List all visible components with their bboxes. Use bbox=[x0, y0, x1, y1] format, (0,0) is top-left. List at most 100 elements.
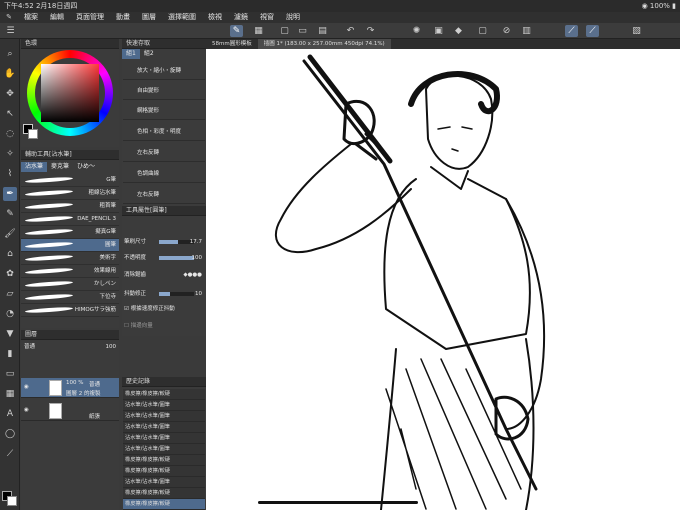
new-file-icon[interactable]: ▢ bbox=[278, 25, 291, 37]
layer-opacity[interactable]: 100 bbox=[106, 341, 117, 353]
menu-help[interactable]: 說明 bbox=[280, 12, 306, 23]
text-icon[interactable]: A bbox=[3, 407, 17, 421]
menu-selection[interactable]: 選擇範圍 bbox=[162, 12, 202, 23]
history-item[interactable]: 沾水筆/沾水筆/圓筆 bbox=[123, 477, 205, 488]
qa-item-tone-curve[interactable]: 色調曲線 bbox=[123, 165, 205, 183]
layer-row[interactable]: ◉ 紙張 bbox=[21, 401, 119, 421]
history-item[interactable]: 橡皮擦/橡皮擦/較硬 bbox=[123, 488, 205, 499]
tab-marker[interactable]: 麥克筆 bbox=[47, 162, 73, 172]
fill-icon[interactable]: ▼ bbox=[3, 327, 17, 341]
menu-view[interactable]: 檢視 bbox=[202, 12, 228, 23]
brush-item[interactable]: G筆 bbox=[21, 174, 119, 187]
qa-item-zoom-rotate[interactable]: 放大・縮小・旋轉 bbox=[123, 62, 205, 80]
grid-icon[interactable]: ▦ bbox=[252, 25, 265, 37]
menu-window[interactable]: 視窗 bbox=[254, 12, 280, 23]
brush-item[interactable]: HIMOGサラ強筋 bbox=[21, 304, 119, 317]
operation-icon[interactable]: ↖ bbox=[3, 107, 17, 121]
layer-edit-icon[interactable]: ▧ bbox=[630, 25, 643, 37]
menu-icon[interactable]: ☰ bbox=[4, 25, 17, 37]
tab-set1[interactable]: 組1 bbox=[122, 49, 140, 59]
zoom-icon[interactable]: ⌕ bbox=[3, 47, 17, 61]
app-logo-icon[interactable]: ✎ bbox=[0, 12, 18, 23]
decoration-icon[interactable]: ✿ bbox=[3, 267, 17, 281]
snap-icon[interactable]: ⟋ bbox=[586, 25, 599, 37]
prop-slider[interactable] bbox=[159, 292, 194, 296]
history-item[interactable]: 沾水筆/沾水筆/圓筆 bbox=[123, 433, 205, 444]
qa-item-flip-h-2[interactable]: 左右反轉 bbox=[123, 186, 205, 204]
eye-icon[interactable]: ◉ bbox=[24, 384, 29, 390]
fill-bucket-icon[interactable]: ◆ bbox=[452, 25, 465, 37]
menu-filter[interactable]: 濾鏡 bbox=[228, 12, 254, 23]
eyedropper-icon[interactable]: ⌇ bbox=[3, 167, 17, 181]
qa-item-free-transform[interactable]: 自由變形 bbox=[123, 82, 205, 100]
checkbox-icon[interactable]: ☑ bbox=[124, 306, 129, 312]
save-icon[interactable]: ▤ bbox=[316, 25, 329, 37]
layer-row[interactable]: ◉ 100 % 普通 圖層 2 的複製 bbox=[21, 378, 119, 398]
history-item[interactable]: 沾水筆/沾水筆/圓筆 bbox=[123, 444, 205, 455]
prop-stabilization[interactable]: 抖動修正 10 bbox=[124, 288, 204, 300]
hand-icon[interactable]: ✋ bbox=[3, 67, 17, 81]
menu-page[interactable]: 頁面管理 bbox=[70, 12, 110, 23]
lasso-icon[interactable]: ◌ bbox=[3, 127, 17, 141]
pen-mode-icon[interactable]: ✎ bbox=[230, 25, 243, 37]
brush-item[interactable]: かしペン bbox=[21, 278, 119, 291]
menu-file[interactable]: 檔案 bbox=[18, 12, 44, 23]
undo-icon[interactable]: ↶ bbox=[344, 25, 357, 37]
loading-icon[interactable]: ✺ bbox=[410, 25, 423, 37]
airbrush-icon[interactable]: ⌂ bbox=[3, 247, 17, 261]
ruler-icon[interactable]: ⟋ bbox=[565, 25, 578, 37]
prop-vector[interactable]: ☐ 描邊向量 bbox=[124, 320, 204, 332]
prop-speed-stabilize[interactable]: ☑ 根據速度修正抖動 bbox=[124, 303, 204, 315]
history-item[interactable]: 橡皮擦/橡皮擦/較硬 bbox=[123, 389, 205, 400]
prop-opacity[interactable]: 不透明度 100 bbox=[124, 252, 204, 264]
qa-item-flip-h[interactable]: 左右反轉 bbox=[123, 144, 205, 162]
history-item[interactable]: 沾水筆/沾水筆/圓筆 bbox=[123, 400, 205, 411]
background-color[interactable] bbox=[7, 496, 17, 506]
redo-icon[interactable]: ↷ bbox=[364, 25, 377, 37]
layer-blend-row[interactable]: 普通 100 bbox=[24, 341, 118, 353]
brush-item[interactable]: 效果線用 bbox=[21, 265, 119, 278]
checkbox-icon[interactable]: ☐ bbox=[124, 323, 129, 329]
crop-icon[interactable]: ▥ bbox=[520, 25, 533, 37]
prop-antialias[interactable]: 消除鋸齒 ◆●●● bbox=[124, 269, 204, 281]
brush-item[interactable]: 粗首筆 bbox=[21, 200, 119, 213]
brush-item[interactable]: DAE_PENCIL 3 bbox=[21, 213, 119, 226]
history-item-current[interactable]: 橡皮擦/橡皮擦/較硬 bbox=[123, 499, 205, 510]
blend-icon[interactable]: ◔ bbox=[3, 307, 17, 321]
open-folder-icon[interactable]: ▭ bbox=[296, 25, 309, 37]
magic-wand-icon[interactable]: ✧ bbox=[3, 147, 17, 161]
prop-slider[interactable] bbox=[159, 240, 194, 244]
canvas-tab[interactable]: 58mm圓形模板 bbox=[206, 39, 258, 49]
saturation-value-square[interactable] bbox=[41, 64, 99, 122]
blend-mode[interactable]: 普通 bbox=[24, 344, 35, 350]
transform-icon[interactable]: ▣ bbox=[432, 25, 445, 37]
figure-icon[interactable]: ▭ bbox=[3, 367, 17, 381]
correct-line-icon[interactable]: ⟋ bbox=[3, 447, 17, 461]
drawing-canvas[interactable] bbox=[206, 49, 680, 510]
prop-slider[interactable] bbox=[159, 256, 194, 260]
brush-item[interactable]: 美術字 bbox=[21, 252, 119, 265]
menu-animation[interactable]: 動畫 bbox=[110, 12, 136, 23]
eye-icon[interactable]: ◉ bbox=[24, 407, 29, 413]
menu-edit[interactable]: 編輯 bbox=[44, 12, 70, 23]
brush-item[interactable]: 擬真G筆 bbox=[21, 226, 119, 239]
brush-item[interactable]: 下位寺 bbox=[21, 291, 119, 304]
menu-layer[interactable]: 圖層 bbox=[136, 12, 162, 23]
history-item[interactable]: 沾水筆/沾水筆/圓筆 bbox=[123, 411, 205, 422]
tab-set2[interactable]: 組2 bbox=[140, 49, 158, 59]
move-icon[interactable]: ✥ bbox=[3, 87, 17, 101]
brush-icon[interactable]: 🖌 bbox=[3, 227, 17, 241]
history-item[interactable]: 沾水筆/沾水筆/圓筆 bbox=[123, 422, 205, 433]
color-swatches[interactable] bbox=[2, 491, 18, 507]
history-item[interactable]: 橡皮擦/橡皮擦/較硬 bbox=[123, 455, 205, 466]
tab-custom[interactable]: ひめ〜 bbox=[73, 162, 99, 172]
select-all-icon[interactable]: ▢ bbox=[476, 25, 489, 37]
eraser-icon[interactable]: ▱ bbox=[3, 287, 17, 301]
canvas-tab-active[interactable]: 插圖 1* (183.00 x 257.00mm 450dpi 74.1%) bbox=[257, 39, 391, 49]
deselect-icon[interactable]: ⊘ bbox=[500, 25, 513, 37]
prop-brush-size[interactable]: 筆刷尺寸 17.7 bbox=[124, 236, 204, 248]
pencil-icon[interactable]: ✎ bbox=[3, 207, 17, 221]
balloon-icon[interactable]: ◯ bbox=[3, 427, 17, 441]
bg-swatch[interactable] bbox=[28, 129, 38, 139]
gradient-icon[interactable]: ▮ bbox=[3, 347, 17, 361]
